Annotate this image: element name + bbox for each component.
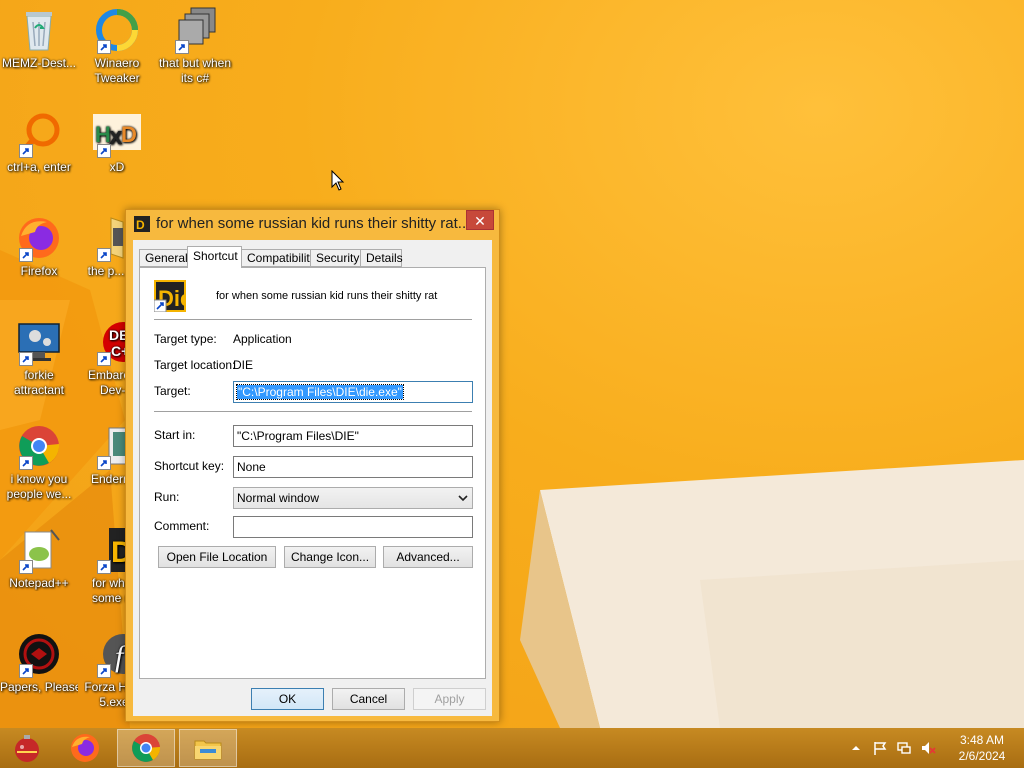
shortcut-arrow-icon	[97, 352, 111, 366]
flag-icon	[874, 742, 887, 755]
shortcut-arrow-icon	[97, 664, 111, 678]
chevron-down-icon	[458, 495, 468, 502]
properties-dialog: D for when some russian kid runs their s…	[125, 209, 500, 722]
tab-shortcut[interactable]: Shortcut	[187, 246, 242, 268]
run-value: Normal window	[237, 491, 320, 505]
volume-muted-icon	[922, 742, 936, 754]
start-in-input[interactable]: "C:\Program Files\DIE"	[233, 425, 473, 447]
network-button[interactable]	[892, 736, 916, 760]
taskbar-file-explorer[interactable]	[179, 729, 237, 767]
desktop-icon-chrome[interactable]: i know you people we...	[0, 422, 78, 502]
dialog-client: General Shortcut Compatibility Security …	[133, 240, 492, 716]
folder-icon	[194, 740, 222, 760]
dialog-title: for when some russian kid runs their shi…	[156, 215, 471, 232]
recycle-bin-icon	[26, 12, 52, 51]
svg-text:D: D	[136, 218, 145, 232]
shortcut-arrow-icon	[19, 144, 33, 158]
svg-text:D: D	[121, 122, 137, 147]
target-label: Target:	[154, 384, 191, 398]
desktop-icon-thatbut[interactable]: that but when its c#	[156, 6, 234, 86]
shortcut-arrow-icon	[175, 40, 189, 54]
close-button[interactable]: ✕	[466, 210, 494, 230]
apply-button[interactable]: Apply	[413, 688, 486, 710]
tab-security[interactable]: Security	[310, 249, 361, 267]
shortcut-arrow-icon	[97, 40, 111, 54]
shortcut-arrow-icon	[19, 248, 33, 262]
network-icon	[897, 742, 911, 754]
die-icon: Die	[154, 280, 186, 312]
clock-date: 2/6/2024	[958, 749, 1006, 763]
taskbar-firefox[interactable]	[56, 729, 114, 767]
ornament-icon	[15, 735, 39, 762]
target-value: "C:\Program Files\DIE\die.exe"	[236, 384, 404, 400]
shortcut-key-label: Shortcut key:	[154, 459, 225, 473]
open-file-location-button[interactable]: Open File Location	[158, 546, 276, 568]
shortcut-panel: Die for when some russian kid runs their…	[139, 267, 486, 679]
separator	[154, 411, 472, 412]
run-label: Run:	[154, 490, 180, 504]
system-tray: 3:48 AM 2/6/2024	[844, 728, 1024, 768]
dialog-titlebar[interactable]: D for when some russian kid runs their s…	[126, 210, 499, 238]
separator	[154, 319, 472, 320]
chevron-up-icon	[852, 746, 860, 750]
shortcut-name: for when some russian kid runs their shi…	[216, 290, 438, 302]
comment-input[interactable]	[233, 516, 473, 538]
clock[interactable]: 3:48 AM 2/6/2024	[940, 732, 1024, 764]
desktop-icon-papers[interactable]: Papers, Please	[0, 630, 78, 695]
mouse-cursor-icon	[331, 170, 345, 191]
target-type-value: Application	[233, 332, 292, 346]
die-icon: D	[134, 216, 150, 232]
target-input[interactable]: "C:\Program Files\DIE\die.exe"	[233, 381, 473, 403]
desktop-icon-firefox[interactable]: Firefox	[0, 214, 78, 279]
shortcut-arrow-icon	[97, 560, 111, 574]
volume-button[interactable]	[916, 736, 940, 760]
desktop-icon-memz[interactable]: MEMZ-Dest...	[0, 6, 78, 71]
tab-general[interactable]: General	[139, 249, 188, 267]
target-type-label: Target type:	[154, 332, 217, 346]
tab-compatibility[interactable]: Compatibility	[241, 249, 316, 267]
ok-button[interactable]: OK	[251, 688, 324, 710]
target-location-value: DIE	[233, 358, 254, 372]
shortcut-arrow-icon	[97, 456, 111, 470]
desktop-icon-notepad[interactable]: Notepad++	[0, 526, 78, 591]
shortcut-arrow-icon	[19, 664, 33, 678]
comment-label: Comment:	[154, 519, 210, 533]
run-select[interactable]: Normal window	[233, 487, 473, 509]
start-in-label: Start in:	[154, 428, 196, 442]
firefox-icon	[71, 734, 99, 762]
desktop-icon-xd[interactable]: H x D xD	[78, 110, 156, 175]
shortcut-arrow-icon	[19, 560, 33, 574]
taskbar: 3:48 AM 2/6/2024	[0, 728, 1024, 768]
shortcut-arrow-icon	[97, 248, 111, 262]
change-icon-button[interactable]: Change Icon...	[284, 546, 376, 568]
taskbar-start-ornament[interactable]	[0, 729, 54, 767]
desktop-icon-forkie[interactable]: forkie attractant	[0, 318, 78, 398]
target-location-label: Target location:	[154, 358, 236, 372]
cancel-button[interactable]: Cancel	[332, 688, 405, 710]
chrome-icon	[132, 734, 161, 762]
action-center-button[interactable]	[868, 736, 892, 760]
shortcut-arrow-icon	[19, 352, 33, 366]
desktop-icon-winaero[interactable]: Winaero Tweaker	[78, 6, 156, 86]
desktop-icon-ctrla[interactable]: ctrl+a, enter	[0, 110, 78, 175]
show-hidden-icons-button[interactable]	[844, 736, 868, 760]
advanced-button[interactable]: Advanced...	[383, 546, 473, 568]
shortcut-arrow-icon	[19, 456, 33, 470]
shortcut-key-input[interactable]: None	[233, 456, 473, 478]
shortcut-arrow-icon	[97, 144, 111, 158]
tab-details[interactable]: Details	[360, 249, 403, 267]
clock-time: 3:48 AM	[959, 733, 1005, 747]
taskbar-chrome[interactable]	[117, 729, 175, 767]
